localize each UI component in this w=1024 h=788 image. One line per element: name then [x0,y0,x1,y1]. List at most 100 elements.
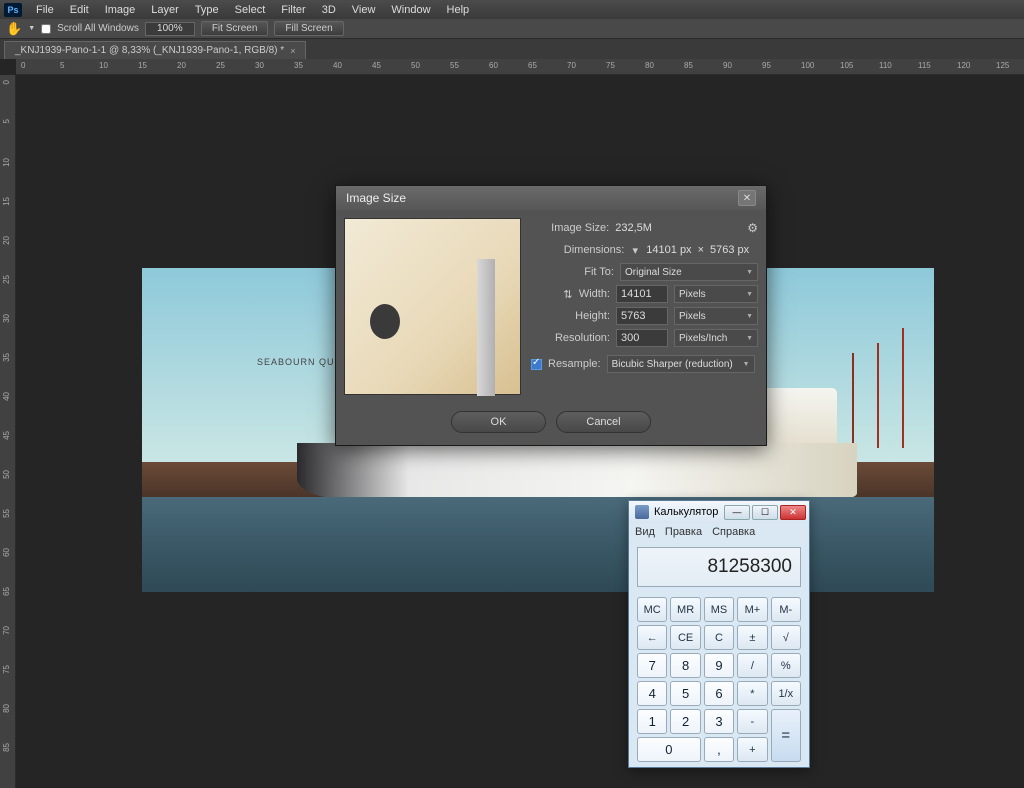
calc-multiply-button[interactable]: * [737,681,767,706]
ruler-tick: 80 [645,61,654,70]
ruler-tick: 5 [60,61,64,70]
dialog-titlebar[interactable]: Image Size ✕ [336,186,766,210]
ruler-tick: 0 [2,80,11,84]
ps-logo: Ps [4,3,22,17]
ruler-tick: 90 [723,61,732,70]
resolution-unit-select[interactable]: Pixels/Inch▼ [674,329,758,347]
calc-2-button[interactable]: 2 [670,709,700,734]
calc-titlebar[interactable]: Калькулятор — ☐ ✕ [629,501,809,523]
calc-1-button[interactable]: 1 [637,709,667,734]
ruler-tick: 35 [2,353,11,362]
hand-tool-icon[interactable]: ✋ [6,21,22,37]
resample-label: Resample: [548,358,601,370]
zoom-value[interactable]: 100% [145,22,195,36]
resample-select[interactable]: Bicubic Sharper (reduction)▼ [607,355,755,373]
calc-display: 81258300 [637,547,801,587]
link-icon[interactable]: ⇅ [563,288,573,301]
resample-checkbox[interactable] [531,359,542,370]
ruler-tick: 70 [567,61,576,70]
ruler-tick: 45 [2,431,11,440]
ruler-tick: 60 [489,61,498,70]
calc-5-button[interactable]: 5 [670,681,700,706]
height-input[interactable] [616,307,668,325]
ruler-tick: 125 [996,61,1009,70]
calc-reciprocal-button[interactable]: 1/x [771,681,801,706]
dialog-close-button[interactable]: ✕ [738,190,756,206]
height-unit-select[interactable]: Pixels▼ [674,307,758,325]
menu-3d[interactable]: 3D [314,4,344,16]
menu-view[interactable]: View [344,4,384,16]
calc-mc-button[interactable]: MC [637,597,667,622]
calc-menu-edit[interactable]: Правка [665,526,702,538]
calc-menu-help[interactable]: Справка [712,526,755,538]
menu-filter[interactable]: Filter [273,4,313,16]
scroll-all-checkbox[interactable] [41,24,51,34]
calc-backspace-button[interactable]: ← [637,625,667,650]
calc-mr-button[interactable]: MR [670,597,700,622]
minimize-button[interactable]: — [724,505,750,520]
fill-screen-button[interactable]: Fill Screen [274,21,343,36]
fit-screen-button[interactable]: Fit Screen [201,21,269,36]
ruler-tick: 80 [2,704,11,713]
calc-ms-button[interactable]: MS [704,597,734,622]
ruler-tick: 65 [2,587,11,596]
cancel-button[interactable]: Cancel [556,411,651,433]
close-tab-icon[interactable]: × [290,46,295,56]
ruler-tick: 100 [801,61,814,70]
menu-window[interactable]: Window [383,4,438,16]
ruler-tick: 30 [255,61,264,70]
dropdown-icon[interactable]: ▼ [28,25,35,32]
menu-edit[interactable]: Edit [62,4,97,16]
calc-7-button[interactable]: 7 [637,653,667,678]
ruler-tick: 20 [177,61,186,70]
ruler-tick: 85 [2,743,11,752]
ruler-tick: 50 [2,470,11,479]
calc-mminus-button[interactable]: M- [771,597,801,622]
ruler-tick: 55 [2,509,11,518]
ruler-tick: 65 [528,61,537,70]
calc-negate-button[interactable]: ± [737,625,767,650]
ruler-tick: 115 [918,61,931,70]
menu-file[interactable]: File [28,4,62,16]
maximize-button[interactable]: ☐ [752,505,778,520]
fitto-label: Fit To: [584,266,614,278]
ok-button[interactable]: OK [451,411,546,433]
calc-mplus-button[interactable]: M+ [737,597,767,622]
calc-menu-view[interactable]: Вид [635,526,655,538]
calc-app-icon [635,505,649,519]
calc-percent-button[interactable]: % [771,653,801,678]
menu-image[interactable]: Image [97,4,144,16]
document-tab[interactable]: _KNJ1939-Pano-1-1 @ 8,33% (_KNJ1939-Pano… [4,41,306,59]
calc-ce-button[interactable]: CE [670,625,700,650]
calc-8-button[interactable]: 8 [670,653,700,678]
menu-help[interactable]: Help [439,4,478,16]
menu-select[interactable]: Select [227,4,274,16]
calc-c-button[interactable]: C [704,625,734,650]
ruler-tick: 25 [216,61,225,70]
calc-9-button[interactable]: 9 [704,653,734,678]
calc-sqrt-button[interactable]: √ [771,625,801,650]
calc-minus-button[interactable]: - [737,709,767,734]
menu-layer[interactable]: Layer [143,4,187,16]
close-button[interactable]: ✕ [780,505,806,520]
ruler-tick: 15 [138,61,147,70]
width-unit-select[interactable]: Pixels▼ [674,285,758,303]
ruler-tick: 0 [21,61,25,70]
calc-decimal-button[interactable]: , [704,737,734,762]
fitto-select[interactable]: Original Size▼ [620,263,758,281]
calc-3-button[interactable]: 3 [704,709,734,734]
resolution-input[interactable] [616,329,668,347]
image-size-dialog: Image Size ✕ Image Size: 232,5M ⚙ Dimens… [335,185,767,446]
calc-divide-button[interactable]: / [737,653,767,678]
calc-6-button[interactable]: 6 [704,681,734,706]
dimensions-dropdown-icon[interactable]: ▾ [630,244,640,257]
calc-4-button[interactable]: 4 [637,681,667,706]
calc-plus-button[interactable]: + [737,737,767,762]
calc-equals-button[interactable]: = [771,709,801,762]
document-tabbar: _KNJ1939-Pano-1-1 @ 8,33% (_KNJ1939-Pano… [0,39,1024,59]
menu-type[interactable]: Type [187,4,227,16]
calc-0-button[interactable]: 0 [637,737,701,762]
width-input[interactable] [616,285,668,303]
dimensions-label: Dimensions: [564,244,625,256]
gear-icon[interactable]: ⚙ [747,221,758,235]
